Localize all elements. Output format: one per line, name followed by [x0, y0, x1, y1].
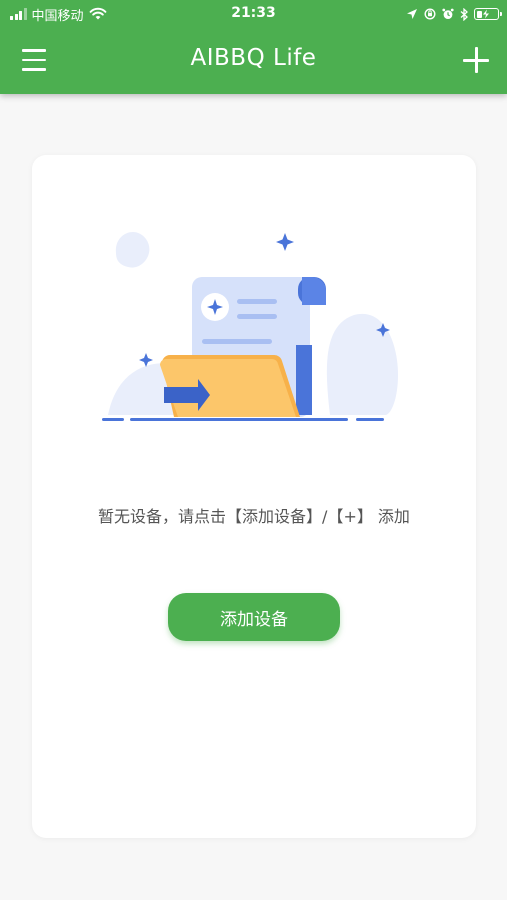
app-bar: AIBBQ Life	[0, 28, 507, 94]
add-device-button[interactable]: 添加设备	[168, 593, 340, 641]
header: 中国移动 21:33 AIBBQ Life	[0, 0, 507, 94]
empty-devices-illustration	[102, 231, 398, 421]
battery-charging-icon	[474, 8, 502, 20]
status-right	[406, 5, 502, 23]
bluetooth-icon	[460, 7, 468, 21]
location-arrow-icon	[407, 9, 417, 19]
plus-icon[interactable]	[463, 47, 489, 73]
empty-state-card: 暂无设备，请点击【添加设备】/【+】 添加 添加设备	[32, 155, 476, 838]
empty-state-message: 暂无设备，请点击【添加设备】/【+】 添加	[98, 507, 410, 526]
alarm-icon	[442, 8, 454, 19]
orientation-lock-icon	[424, 8, 436, 20]
app-title: AIBBQ Life	[190, 45, 317, 71]
status-bar: 中国移动 21:33	[0, 0, 507, 28]
